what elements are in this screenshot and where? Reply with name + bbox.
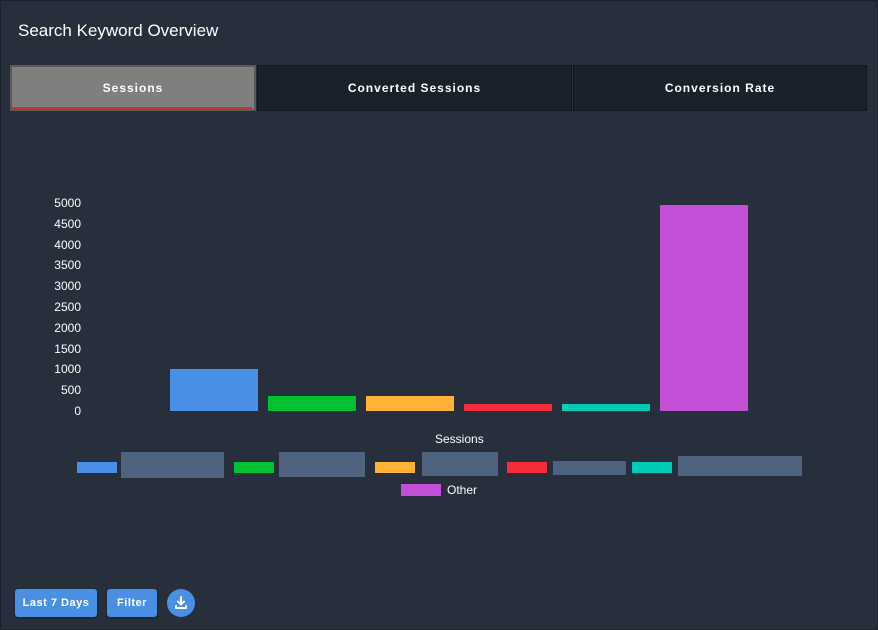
legend-swatch[interactable] bbox=[507, 462, 547, 473]
y-tick-label: 2500 bbox=[54, 300, 81, 314]
chart-bar[interactable] bbox=[268, 396, 356, 411]
chart-bar[interactable] bbox=[464, 403, 552, 411]
legend-label-redacted bbox=[422, 452, 498, 476]
filter-button-label: Filter bbox=[117, 597, 147, 609]
legend-label-redacted bbox=[121, 452, 224, 478]
tab-converted-sessions-label: Converted Sessions bbox=[347, 81, 482, 95]
chart-bar[interactable] bbox=[660, 205, 748, 411]
y-tick-label: 1500 bbox=[54, 341, 81, 356]
tab-sessions-label: Sessions bbox=[102, 81, 164, 95]
chart-bar[interactable] bbox=[562, 403, 650, 411]
chart-bar[interactable] bbox=[170, 369, 258, 411]
y-tick-label: 2000 bbox=[54, 320, 81, 335]
tab-bar: Sessions Converted Sessions Conversion R… bbox=[10, 65, 867, 113]
y-tick-label: 0 bbox=[74, 404, 81, 418]
tab-sessions[interactable]: Sessions bbox=[10, 65, 256, 111]
page-title: Search Keyword Overview bbox=[18, 21, 219, 40]
legend-label-redacted bbox=[279, 452, 365, 477]
date-range-button[interactable]: Last 7 Days bbox=[15, 589, 97, 617]
active-tab-indicator bbox=[12, 107, 252, 109]
legend-label-redacted bbox=[678, 456, 802, 476]
y-tick-label: 4500 bbox=[54, 216, 81, 231]
legend-label-redacted bbox=[553, 461, 626, 475]
tab-converted-sessions[interactable]: Converted Sessions bbox=[257, 65, 572, 111]
download-icon bbox=[175, 596, 187, 609]
legend-swatch[interactable] bbox=[77, 462, 117, 473]
filter-button[interactable]: Filter bbox=[107, 589, 157, 617]
y-tick-label: 3000 bbox=[54, 279, 81, 294]
legend-swatch-other[interactable] bbox=[401, 484, 441, 496]
tab-conversion-rate[interactable]: Conversion Rate bbox=[573, 65, 867, 111]
y-tick-label: 5000 bbox=[54, 196, 81, 210]
widget-panel: Search Keyword Overview Sessions Convert… bbox=[0, 0, 878, 630]
y-tick-label: 500 bbox=[60, 383, 81, 398]
y-tick-label: 4000 bbox=[54, 237, 81, 252]
legend-swatch[interactable] bbox=[375, 462, 415, 473]
legend-label-other: Other bbox=[447, 483, 478, 497]
x-axis-label: Sessions bbox=[435, 432, 484, 446]
tab-conversion-rate-label: Conversion Rate bbox=[664, 81, 776, 95]
y-tick-label: 3500 bbox=[54, 258, 81, 273]
date-range-button-label: Last 7 Days bbox=[22, 597, 90, 609]
legend-swatch[interactable] bbox=[632, 462, 672, 473]
chart-bar[interactable] bbox=[366, 396, 454, 411]
download-button[interactable] bbox=[167, 589, 195, 617]
y-tick-label: 1000 bbox=[54, 362, 81, 377]
legend-swatch[interactable] bbox=[234, 462, 274, 473]
